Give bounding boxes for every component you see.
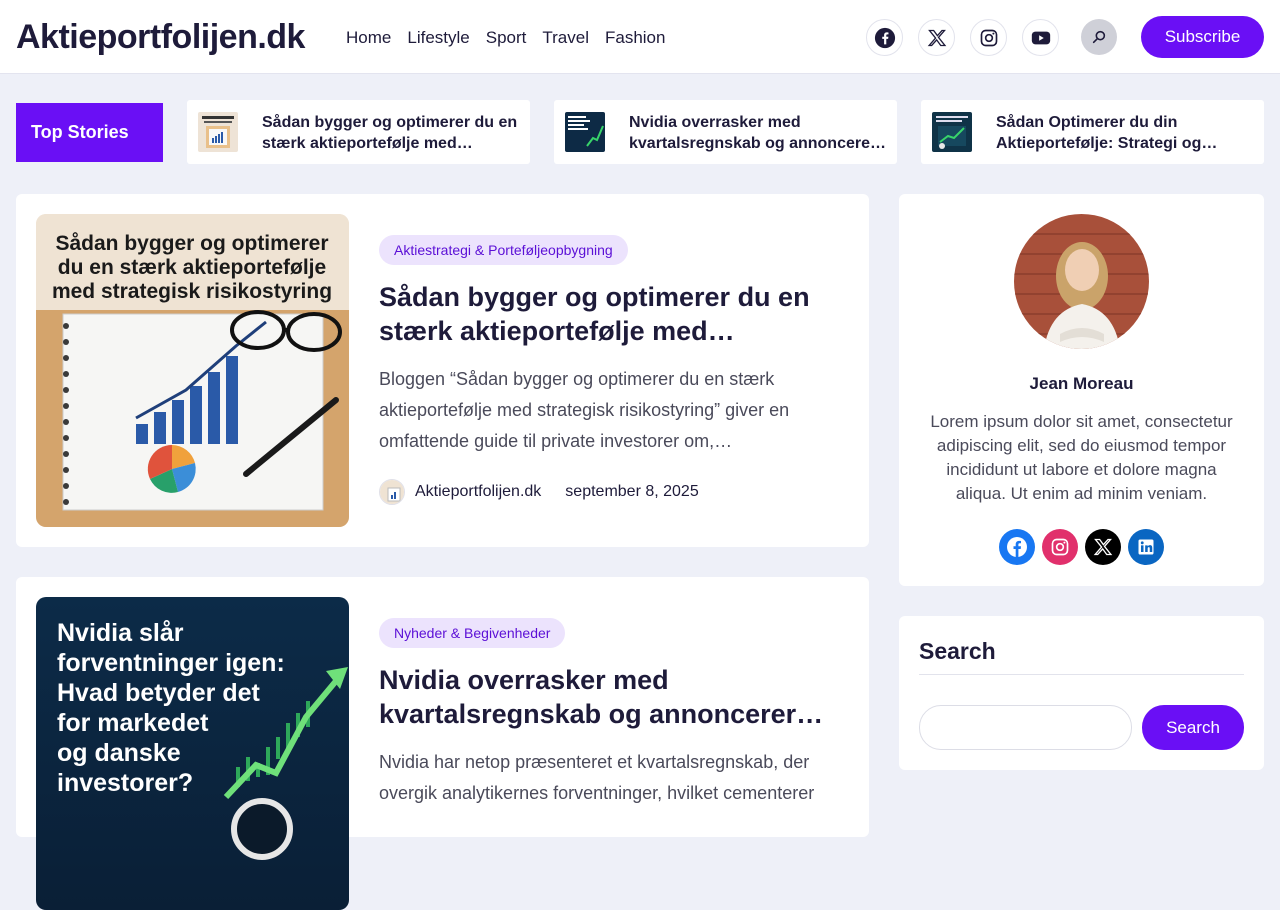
- subscribe-button[interactable]: Subscribe: [1141, 16, 1264, 58]
- category-badge[interactable]: Nyheder & Begivenheder: [379, 618, 566, 648]
- facebook-icon: [874, 27, 895, 48]
- nav-sport[interactable]: Sport: [486, 27, 527, 49]
- svg-text:Nvidia slår: Nvidia slår: [57, 619, 184, 647]
- x-link[interactable]: [1085, 529, 1121, 565]
- instagram-link[interactable]: [970, 19, 1007, 56]
- header-social-links: [866, 19, 1059, 56]
- divider: [919, 674, 1244, 675]
- search-widget: Search Search: [899, 616, 1264, 770]
- svg-text:forventninger igen:: forventninger igen:: [57, 649, 285, 677]
- svg-text:investorer?: investorer?: [57, 769, 193, 797]
- top-story-card[interactable]: Nvidia overrasker med kvartalsregnskab o…: [554, 100, 897, 164]
- top-story-card[interactable]: Sådan Optimerer du din Aktieportefølje: …: [921, 100, 1264, 164]
- instagram-icon: [980, 29, 997, 46]
- post-title[interactable]: Nvidia overrasker med kvartalsregnskab o…: [379, 663, 839, 731]
- post-image[interactable]: Nvidia slår forventninger igen: Hvad bet…: [36, 597, 349, 910]
- svg-text:med strategisk risikostyring: med strategisk risikostyring: [52, 280, 332, 303]
- author-name: Jean Moreau: [1029, 374, 1134, 393]
- instagram-link[interactable]: [1042, 529, 1078, 565]
- post-title[interactable]: Sådan bygger og optimerer du en stærk ak…: [379, 280, 839, 348]
- top-stories-label: Top Stories: [16, 103, 163, 162]
- linkedin-link[interactable]: [1128, 529, 1164, 565]
- post-body: Nyheder & Begivenheder Nvidia overrasker…: [379, 618, 839, 809]
- x-icon: [1093, 538, 1113, 556]
- svg-text:for markedet: for markedet: [57, 709, 209, 737]
- svg-text:Hvad betyder det: Hvad betyder det: [57, 679, 261, 707]
- search-input[interactable]: [919, 705, 1132, 750]
- top-story-title[interactable]: Sådan Optimerer du din Aktieportefølje: …: [996, 112, 1254, 154]
- author-social-links: [999, 529, 1164, 565]
- linkedin-icon: [1138, 539, 1154, 555]
- top-story-title[interactable]: Sådan bygger og optimerer du en stærk ak…: [262, 112, 520, 154]
- svg-text:Sådan bygger og optimerer: Sådan bygger og optimerer: [55, 232, 328, 255]
- author-bio: Lorem ipsum dolor sit amet, consectetur …: [930, 412, 1233, 503]
- author-photo: [1014, 214, 1149, 349]
- youtube-link[interactable]: [1022, 19, 1059, 56]
- search-heading: Search: [919, 638, 996, 664]
- header-search-button[interactable]: [1081, 19, 1117, 55]
- x-icon: [927, 29, 946, 46]
- nav-travel[interactable]: Travel: [542, 27, 589, 49]
- svg-text:og danske: og danske: [57, 739, 181, 767]
- facebook-icon: [1007, 537, 1027, 557]
- post-excerpt: Bloggen “Sådan bygger og optimerer du en…: [379, 369, 790, 451]
- main-nav: Home Lifestyle Sport Travel Fashion: [346, 27, 665, 49]
- author-avatar[interactable]: [379, 479, 405, 505]
- search-submit-button[interactable]: Search: [1142, 705, 1244, 750]
- nav-home[interactable]: Home: [346, 27, 391, 49]
- post-body: Aktiestrategi & Porteføljeopbygning Såda…: [379, 235, 839, 505]
- post-meta: Aktieportfolijen.dk september 8, 2025: [379, 479, 839, 505]
- svg-text:du en stærk aktieportefølje: du en stærk aktieportefølje: [58, 256, 326, 279]
- top-story-thumbnail: [565, 112, 605, 152]
- post-image[interactable]: Sådan bygger og optimerer du en stærk ak…: [36, 214, 349, 527]
- top-story-thumbnail: [932, 112, 972, 152]
- top-story-title[interactable]: Nvidia overrasker med kvartalsregnskab o…: [629, 112, 887, 154]
- category-badge[interactable]: Aktiestrategi & Porteføljeopbygning: [379, 235, 628, 265]
- post-date: september 8, 2025: [565, 483, 699, 500]
- site-logo[interactable]: Aktieportfolijen.dk: [16, 16, 305, 58]
- nav-lifestyle[interactable]: Lifestyle: [407, 27, 469, 49]
- post-card: Nvidia slår forventninger igen: Hvad bet…: [16, 577, 869, 910]
- facebook-link[interactable]: [999, 529, 1035, 565]
- search-icon: [1092, 30, 1106, 44]
- instagram-icon: [1051, 538, 1069, 556]
- post-card: Sådan bygger og optimerer du en stærk ak…: [16, 194, 869, 547]
- youtube-icon: [1031, 31, 1050, 44]
- nav-fashion[interactable]: Fashion: [605, 27, 665, 49]
- top-story-card[interactable]: Sådan bygger og optimerer du en stærk ak…: [187, 100, 530, 164]
- site-header: Aktieportfolijen.dk Home Lifestyle Sport…: [0, 0, 1280, 74]
- facebook-link[interactable]: [866, 19, 903, 56]
- post-author[interactable]: Aktieportfolijen.dk: [415, 483, 541, 501]
- author-widget: Jean Moreau Lorem ipsum dolor sit amet, …: [899, 194, 1264, 586]
- top-story-thumbnail: [198, 112, 238, 152]
- x-link[interactable]: [918, 19, 955, 56]
